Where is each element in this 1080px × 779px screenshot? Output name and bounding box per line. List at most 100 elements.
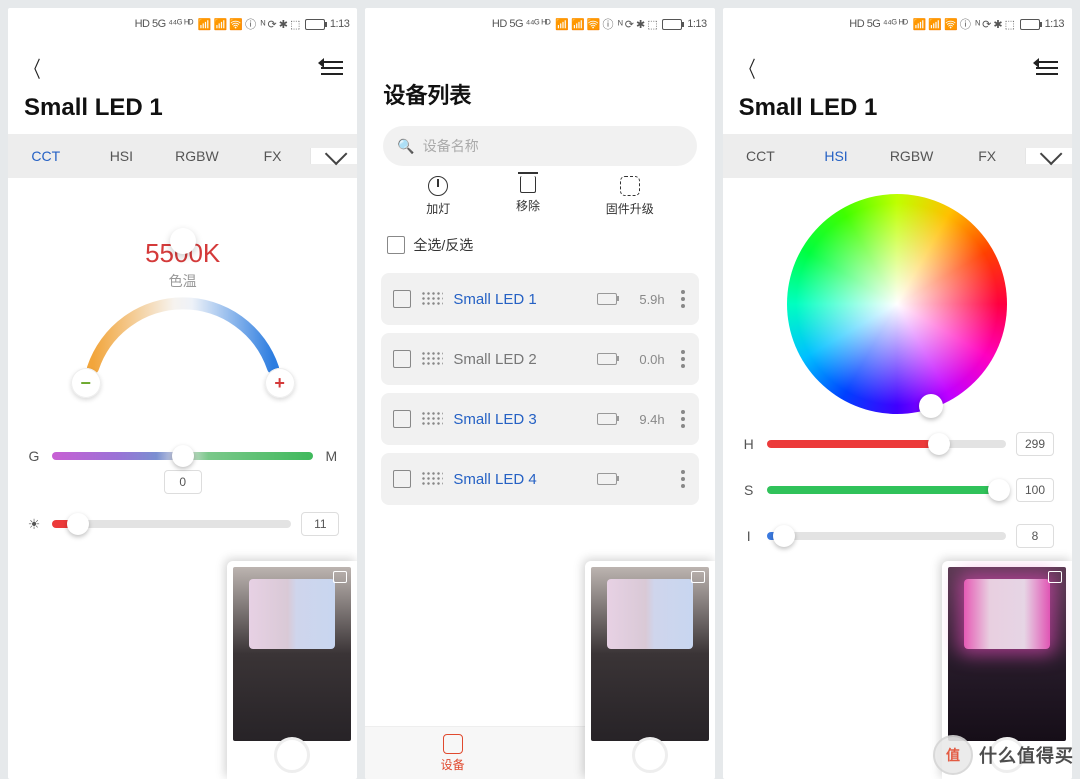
led-grid-icon xyxy=(421,351,443,367)
device-name: Small LED 4 xyxy=(453,471,586,488)
select-all-checkbox[interactable] xyxy=(387,236,405,254)
device-checkbox[interactable] xyxy=(393,290,411,308)
int-knob[interactable] xyxy=(773,525,795,547)
brightness-icon: ☀ xyxy=(26,516,42,533)
hue-knob[interactable] xyxy=(928,433,950,455)
gm-right-label: M xyxy=(323,448,339,464)
cct-minus-button[interactable]: − xyxy=(71,368,101,398)
s-value: 100 xyxy=(1016,478,1054,502)
device-checkbox[interactable] xyxy=(393,350,411,368)
mode-tabs: CCT HSI RGBW FX xyxy=(8,134,357,178)
gm-value: 0 xyxy=(164,470,202,494)
firmware-button[interactable]: 固件升级 xyxy=(606,176,654,217)
list-toggle-icon[interactable] xyxy=(321,59,343,77)
page-title: 设备列表 xyxy=(365,38,714,126)
phone-devices: HD 5G ⁴⁴ᴳ ᴴᴰ 📶 📶 🛜 ⓘ ᴺ ⟳ ✱ ⬚ 1:13 设备列表 🔍… xyxy=(365,8,714,779)
device-name: Small LED 2 xyxy=(453,351,586,368)
cct-arc-slider[interactable]: 5500K 色温 − + xyxy=(43,238,323,418)
battery-icon xyxy=(597,473,617,485)
shutter-button[interactable] xyxy=(274,737,310,773)
h-value: 299 xyxy=(1016,432,1054,456)
tab-cct[interactable]: CCT xyxy=(8,148,84,164)
tab-cct[interactable]: CCT xyxy=(723,148,799,164)
i-label: I xyxy=(741,528,757,544)
phone-cct: HD 5G ⁴⁴ᴳ ᴴᴰ 📶 📶 🛜 ⓘ ᴺ ⟳ ✱ ⬚ 1:13 〈 Smal… xyxy=(8,8,357,779)
sat-slider[interactable] xyxy=(767,486,1006,494)
status-bar: HD 5G ⁴⁴ᴳ ᴴᴰ 📶 📶 🛜 ⓘ ᴺ ⟳ ✱ ⬚ 1:13 xyxy=(365,8,714,38)
select-all-row[interactable]: 全选/反选 xyxy=(365,225,714,265)
add-light-button[interactable]: 加灯 xyxy=(426,176,450,217)
shutter-button[interactable] xyxy=(632,737,668,773)
chevron-down-icon xyxy=(325,143,348,166)
tab-hsi[interactable]: HSI xyxy=(84,148,160,164)
wheel-knob[interactable] xyxy=(919,394,943,418)
tab-more[interactable] xyxy=(310,148,357,164)
tab-more[interactable] xyxy=(1025,148,1072,164)
status-time: 1:13 xyxy=(330,18,349,30)
led-grid-icon xyxy=(421,291,443,307)
tab-rgbw[interactable]: RGBW xyxy=(874,148,950,164)
tab-rgbw[interactable]: RGBW xyxy=(159,148,235,164)
mode-tabs: CCT HSI RGBW FX xyxy=(723,134,1072,178)
chevron-down-icon xyxy=(1040,143,1063,166)
gm-knob[interactable] xyxy=(172,445,194,467)
arc-gradient xyxy=(63,238,303,388)
search-icon: 🔍 xyxy=(397,138,414,155)
status-network: HD 5G ⁴⁴ᴳ ᴴᴰ xyxy=(135,18,193,30)
camera-preview[interactable] xyxy=(585,561,715,779)
i-value: 8 xyxy=(1016,524,1054,548)
nav-devices[interactable]: 设备 xyxy=(365,727,540,779)
device-hours: 0.0h xyxy=(627,352,665,367)
device-checkbox[interactable] xyxy=(393,410,411,428)
tab-fx[interactable]: FX xyxy=(949,148,1025,164)
cct-plus-button[interactable]: + xyxy=(265,368,295,398)
tab-fx[interactable]: FX xyxy=(235,148,311,164)
preview-image xyxy=(233,567,351,741)
device-more-button[interactable] xyxy=(675,290,691,308)
device-checkbox[interactable] xyxy=(393,470,411,488)
back-button[interactable]: 〈 xyxy=(25,52,40,84)
gear-icon xyxy=(620,176,640,196)
remove-button[interactable]: 移除 xyxy=(516,176,540,217)
hue-slider[interactable] xyxy=(767,440,1006,448)
search-input[interactable]: 🔍 设备名称 xyxy=(383,126,696,166)
device-more-button[interactable] xyxy=(675,410,691,428)
device-hours: 9.4h xyxy=(627,412,665,427)
battery-icon xyxy=(662,19,682,30)
device-more-button[interactable] xyxy=(675,470,691,488)
battery-icon xyxy=(305,19,325,30)
device-row[interactable]: Small LED 4 xyxy=(381,453,698,505)
arc-knob[interactable] xyxy=(170,228,196,254)
page-title: Small LED 1 xyxy=(8,90,357,134)
device-more-button[interactable] xyxy=(675,350,691,368)
color-wheel[interactable] xyxy=(787,194,1007,414)
device-row[interactable]: Small LED 15.9h xyxy=(381,273,698,325)
int-slider[interactable] xyxy=(767,532,1006,540)
bulb-icon xyxy=(428,176,448,196)
list-toggle-icon[interactable] xyxy=(1036,59,1058,77)
watermark: 值 什么值得买 xyxy=(933,735,1074,775)
gm-left-label: G xyxy=(26,448,42,464)
preview-image xyxy=(948,567,1066,741)
phone-hsi: HD 5G ⁴⁴ᴳ ᴴᴰ 📶 📶 🛜 ⓘ ᴺ ⟳ ✱ ⬚ 1:13 〈 Smal… xyxy=(723,8,1072,779)
camera-icon xyxy=(333,571,347,583)
preview-image xyxy=(591,567,709,741)
brightness-knob[interactable] xyxy=(67,513,89,535)
brightness-value: 11 xyxy=(301,512,339,536)
tab-hsi[interactable]: HSI xyxy=(798,148,874,164)
brightness-slider[interactable] xyxy=(52,520,291,528)
back-button[interactable]: 〈 xyxy=(740,52,755,84)
camera-icon xyxy=(1048,571,1062,583)
camera-preview[interactable] xyxy=(227,561,357,779)
device-icon xyxy=(443,734,463,754)
battery-icon xyxy=(597,413,617,425)
battery-icon xyxy=(1020,19,1040,30)
status-bar: HD 5G ⁴⁴ᴳ ᴴᴰ 📶 📶 🛜 ⓘ ᴺ ⟳ ✱ ⬚ 1:13 xyxy=(8,8,357,38)
watermark-text: 什么值得买 xyxy=(979,742,1074,768)
device-row[interactable]: Small LED 2 0.0h xyxy=(381,333,698,385)
status-bar: HD 5G ⁴⁴ᴳ ᴴᴰ 📶 📶 🛜 ⓘ ᴺ ⟳ ✱ ⬚ 1:13 xyxy=(723,8,1072,38)
gm-slider[interactable] xyxy=(52,452,313,460)
sat-knob[interactable] xyxy=(988,479,1010,501)
device-row[interactable]: Small LED 39.4h xyxy=(381,393,698,445)
led-grid-icon xyxy=(421,471,443,487)
